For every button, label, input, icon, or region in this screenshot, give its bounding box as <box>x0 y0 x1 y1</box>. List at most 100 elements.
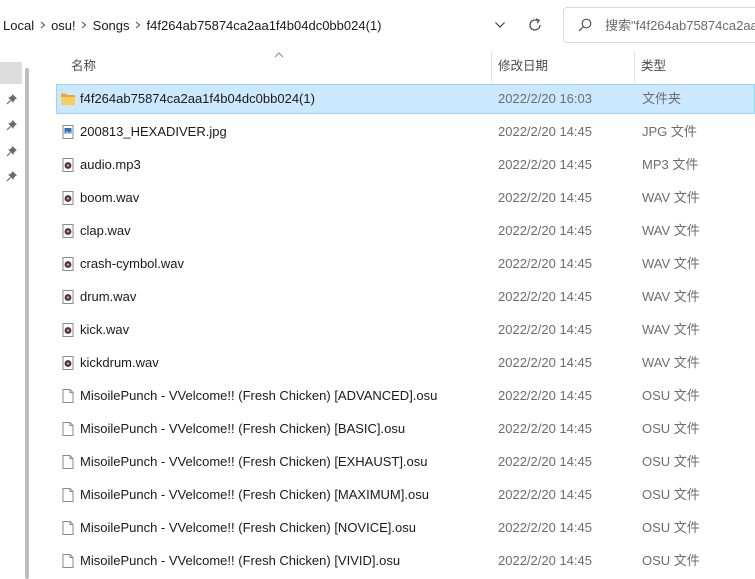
file-type: WAV 文件 <box>642 256 700 271</box>
file-type: WAV 文件 <box>642 355 700 370</box>
file-row[interactable]: MisoilePunch - VVelcome!! (Fresh Chicken… <box>38 546 755 579</box>
pin-icon[interactable] <box>6 119 18 131</box>
file-name[interactable]: audio.mp3 <box>80 150 141 180</box>
file-name[interactable]: MisoilePunch - VVelcome!! (Fresh Chicken… <box>80 414 405 444</box>
audio-file-icon <box>60 289 76 305</box>
file-date-modified: 2022/2/20 14:45 <box>498 124 592 139</box>
file-name[interactable]: drum.wav <box>80 282 136 312</box>
file-type: OSU 文件 <box>642 388 700 403</box>
folder-icon <box>60 91 76 107</box>
file-name[interactable]: kick.wav <box>80 315 129 345</box>
file-name[interactable]: MisoilePunch - VVelcome!! (Fresh Chicken… <box>80 513 416 543</box>
file-date-modified: 2022/2/20 14:45 <box>498 322 592 337</box>
file-row[interactable]: f4f264ab75874ca2aa1f4b04dc0bb024(1) 2022/… <box>38 84 755 117</box>
pin-icon[interactable] <box>6 170 18 182</box>
file-list: 名称 修改日期 类型 f4f264ab75874ca2aa1f4b04dc0bb… <box>38 51 755 579</box>
file-name[interactable]: f4f264ab75874ca2aa1f4b04dc0bb024(1) <box>80 84 315 114</box>
nav-selected-item[interactable] <box>0 62 22 84</box>
file-name[interactable]: clap.wav <box>80 216 131 246</box>
file-date-modified: 2022/2/20 14:45 <box>498 388 592 403</box>
search-input[interactable] <box>605 17 755 33</box>
document-file-icon <box>60 388 76 404</box>
address-history-button[interactable] <box>489 15 511 35</box>
file-date-modified: 2022/2/20 14:45 <box>498 421 592 436</box>
file-date-modified: 2022/2/20 14:45 <box>498 520 592 535</box>
file-name[interactable]: boom.wav <box>80 183 139 213</box>
file-date-modified: 2022/2/20 14:45 <box>498 454 592 469</box>
file-name[interactable]: MisoilePunch - VVelcome!! (Fresh Chicken… <box>80 546 400 576</box>
refresh-icon <box>529 18 541 31</box>
search-icon <box>577 16 595 34</box>
column-header-name[interactable]: 名称 <box>65 51 491 83</box>
file-row[interactable]: MisoilePunch - VVelcome!! (Fresh Chicken… <box>38 447 755 480</box>
file-date-modified: 2022/2/20 16:03 <box>498 91 592 106</box>
breadcrumb-item-current-folder[interactable]: f4f264ab75874ca2aa1f4b04dc0bb024(1) <box>146 18 383 33</box>
column-header-row: 名称 修改日期 类型 <box>38 51 755 83</box>
audio-file-icon <box>60 355 76 371</box>
file-name[interactable]: 200813_HEXADIVER.jpg <box>80 117 227 147</box>
file-name[interactable]: MisoilePunch - VVelcome!! (Fresh Chicken… <box>80 447 428 477</box>
file-row[interactable]: MisoilePunch - VVelcome!! (Fresh Chicken… <box>38 381 755 414</box>
file-date-modified: 2022/2/20 14:45 <box>498 289 592 304</box>
file-type: WAV 文件 <box>642 289 700 304</box>
file-row[interactable]: crash-cymbol.wav 2022/2/20 14:45 WAV 文件 <box>38 249 755 282</box>
file-row[interactable]: audio.mp3 2022/2/20 14:45 MP3 文件 <box>38 150 755 183</box>
document-file-icon <box>60 520 76 536</box>
audio-file-icon <box>60 157 76 173</box>
file-type: OSU 文件 <box>642 454 700 469</box>
file-type: OSU 文件 <box>642 553 700 568</box>
file-row[interactable]: kick.wav 2022/2/20 14:45 WAV 文件 <box>38 315 755 348</box>
file-type: WAV 文件 <box>642 190 700 205</box>
file-row[interactable]: MisoilePunch - VVelcome!! (Fresh Chicken… <box>38 513 755 546</box>
pin-icon[interactable] <box>6 93 18 105</box>
file-date-modified: 2022/2/20 14:45 <box>498 223 592 238</box>
file-name[interactable]: MisoilePunch - VVelcome!! (Fresh Chicken… <box>80 480 429 510</box>
nav-scrollbar[interactable] <box>25 68 29 579</box>
audio-file-icon <box>60 190 76 206</box>
file-date-modified: 2022/2/20 14:45 <box>498 553 592 568</box>
file-row[interactable]: clap.wav 2022/2/20 14:45 WAV 文件 <box>38 216 755 249</box>
breadcrumb: Local osu! Songs f4f264ab75874ca2aa1f4b0… <box>2 7 382 43</box>
column-header-date[interactable]: 修改日期 <box>492 51 632 83</box>
address-bar[interactable]: Local osu! Songs f4f264ab75874ca2aa1f4b0… <box>0 7 557 43</box>
navigation-pane <box>0 51 38 579</box>
document-file-icon <box>60 487 76 503</box>
address-toolbar: Local osu! Songs f4f264ab75874ca2aa1f4b0… <box>0 0 755 51</box>
file-type: MP3 文件 <box>642 157 699 172</box>
file-row[interactable]: MisoilePunch - VVelcome!! (Fresh Chicken… <box>38 414 755 447</box>
file-date-modified: 2022/2/20 14:45 <box>498 190 592 205</box>
search-box[interactable] <box>563 7 755 43</box>
document-file-icon <box>60 553 76 569</box>
file-row[interactable]: kickdrum.wav 2022/2/20 14:45 WAV 文件 <box>38 348 755 381</box>
document-file-icon <box>60 454 76 470</box>
file-date-modified: 2022/2/20 14:45 <box>498 487 592 502</box>
file-type: WAV 文件 <box>642 223 700 238</box>
file-row[interactable]: boom.wav 2022/2/20 14:45 WAV 文件 <box>38 183 755 216</box>
chevron-right-icon[interactable] <box>131 21 146 29</box>
file-date-modified: 2022/2/20 14:45 <box>498 157 592 172</box>
audio-file-icon <box>60 256 76 272</box>
chevron-right-icon[interactable] <box>77 21 92 29</box>
breadcrumb-item-local[interactable]: Local <box>2 18 35 33</box>
audio-file-icon <box>60 223 76 239</box>
breadcrumb-item-osu[interactable]: osu! <box>50 18 77 33</box>
file-date-modified: 2022/2/20 14:45 <box>498 355 592 370</box>
column-header-type[interactable]: 类型 <box>635 51 755 83</box>
file-date-modified: 2022/2/20 14:45 <box>498 256 592 271</box>
pin-icon[interactable] <box>6 145 18 157</box>
file-row[interactable]: MisoilePunch - VVelcome!! (Fresh Chicken… <box>38 480 755 513</box>
file-type: OSU 文件 <box>642 487 700 502</box>
file-row[interactable]: 200813_HEXADIVER.jpg 2022/2/20 14:45 JPG 文… <box>38 117 755 150</box>
file-name[interactable]: crash-cymbol.wav <box>80 249 184 279</box>
file-name[interactable]: MisoilePunch - VVelcome!! (Fresh Chicken… <box>80 381 437 411</box>
image-file-icon <box>60 124 76 140</box>
file-type: WAV 文件 <box>642 322 700 337</box>
document-file-icon <box>60 421 76 437</box>
file-row[interactable]: drum.wav 2022/2/20 14:45 WAV 文件 <box>38 282 755 315</box>
file-rows: f4f264ab75874ca2aa1f4b04dc0bb024(1) 2022/… <box>38 84 755 579</box>
file-name[interactable]: kickdrum.wav <box>80 348 159 378</box>
chevron-right-icon[interactable] <box>35 21 50 29</box>
refresh-button[interactable] <box>524 14 546 36</box>
breadcrumb-item-songs[interactable]: Songs <box>92 18 131 33</box>
file-type: JPG 文件 <box>642 124 697 139</box>
